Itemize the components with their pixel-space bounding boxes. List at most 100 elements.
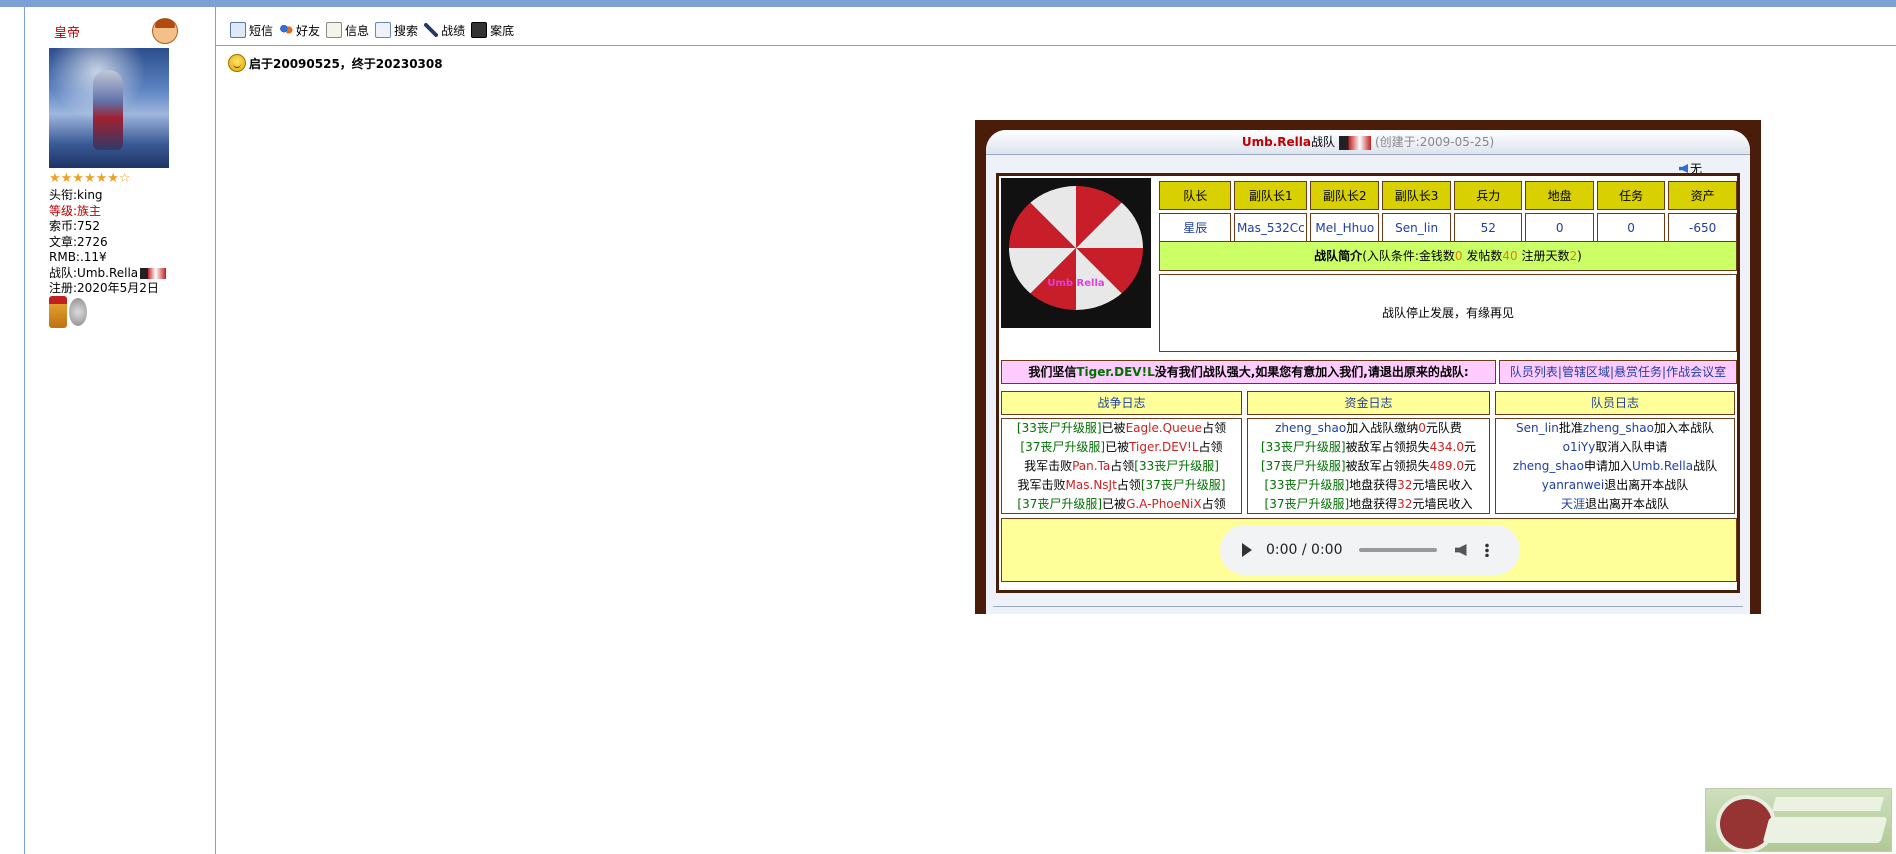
member-log-segment: 战队 bbox=[1693, 459, 1718, 473]
search-icon bbox=[375, 22, 392, 38]
team-name[interactable]: Umb.Rella bbox=[1242, 135, 1311, 149]
speaker-icon bbox=[1678, 164, 1688, 173]
member-log-segment[interactable]: o1iYy bbox=[1563, 440, 1596, 454]
member-list-link[interactable]: 队员列表 bbox=[1510, 365, 1558, 379]
vice-2-link[interactable]: MeI_Hhuo bbox=[1310, 213, 1380, 242]
war-log-segment: 占领 bbox=[1201, 497, 1226, 511]
war-log-segment: 已被 bbox=[1105, 440, 1130, 454]
fund-log-segment: 地盘获得 bbox=[1349, 478, 1398, 492]
info-title: 头衔:king bbox=[49, 188, 103, 202]
umbrella-logo-icon bbox=[1009, 186, 1143, 310]
member-log-body: Sen_lin批准zheng_shao加入本战队 o1iYy取消入队申请 zheng… bbox=[1495, 418, 1735, 514]
team-header: Umb.Rella战队 (创建于:2009-05-25) bbox=[986, 130, 1750, 155]
toolbar-record-button[interactable]: 案底 bbox=[471, 22, 514, 39]
member-log-segment[interactable]: zheng_shao bbox=[1513, 459, 1584, 473]
toolbar-friends-button[interactable]: 好友 bbox=[279, 22, 320, 39]
fund-log-segment: 被敌军占领损失 bbox=[1345, 459, 1430, 473]
assets-value: -650 bbox=[1668, 213, 1737, 242]
team-links: 队员列表|管辖区域|悬赏任务|作战会议室 bbox=[1499, 360, 1737, 384]
medal-icon bbox=[49, 296, 67, 328]
war-log-segment: [37丧尸升级服] bbox=[1140, 478, 1226, 492]
war-log-entry: 我军击败Mas.NsJt占领[37丧尸升级服] bbox=[1002, 476, 1241, 495]
member-log-entry: 天涯退出离开本战队 bbox=[1496, 495, 1734, 514]
vice-1-link[interactable]: Mas_532Cc bbox=[1234, 213, 1308, 242]
fund-log-entry: [37丧尸升级服]地盘获得32元墙民收入 bbox=[1248, 495, 1489, 514]
war-room-link[interactable]: 作战会议室 bbox=[1666, 365, 1726, 379]
badge-icon bbox=[69, 298, 87, 326]
header-vice-1: 副队长1 bbox=[1234, 181, 1308, 210]
member-log-segment[interactable]: zheng_shao bbox=[1583, 421, 1654, 435]
toolbar-message-button[interactable]: 短信 bbox=[230, 22, 273, 39]
member-log-segment[interactable]: 天涯 bbox=[1561, 497, 1585, 511]
war-log-segment: 占领 bbox=[1110, 459, 1135, 473]
stats-value-row: 星辰 Mas_532Cc MeI_Hhuo Sen_lin 52 0 0 -65… bbox=[1159, 213, 1737, 242]
battle-icon bbox=[424, 23, 439, 37]
info-team[interactable]: 战队:Umb.Rella bbox=[49, 266, 167, 282]
message-icon bbox=[230, 22, 246, 38]
info-level: 等级:族主 bbox=[49, 203, 102, 218]
war-log-segment: 占领 bbox=[1198, 440, 1223, 454]
war-log-segment: Tiger.DEV!L bbox=[1129, 440, 1199, 454]
team-flag-icon bbox=[1338, 135, 1371, 150]
volume-icon[interactable] bbox=[1454, 544, 1467, 556]
fund-log-segment[interactable]: zheng_shao bbox=[1275, 421, 1346, 435]
audio-player[interactable]: 0:00 / 0:00 bbox=[1220, 525, 1520, 575]
war-log-entry: [37丧尸升级服]已被G.A-PhoeNiX占领 bbox=[1002, 495, 1241, 514]
watermark-logo bbox=[1705, 788, 1892, 853]
toolbar-search-button[interactable]: 搜索 bbox=[375, 22, 418, 39]
war-log-title: 战争日志 bbox=[1001, 391, 1242, 415]
profile-divider-line bbox=[215, 7, 216, 854]
toolbar-info-button[interactable]: 信息 bbox=[326, 22, 369, 39]
team-board: Umb Rella 队长 副队长1 副队长2 副队长3 兵力 地盘 任务 资产 … bbox=[996, 173, 1740, 593]
header-territory: 地盘 bbox=[1525, 181, 1594, 210]
fund-log-segment: 元队费 bbox=[1425, 421, 1462, 435]
fund-log-segment: 加入战队缴纳 bbox=[1346, 421, 1419, 435]
header-troops: 兵力 bbox=[1454, 181, 1523, 210]
member-log-segment: 申请加入 bbox=[1583, 459, 1632, 473]
member-log-segment[interactable]: yanranwei bbox=[1542, 478, 1604, 492]
header-vice-3: 副队长3 bbox=[1382, 181, 1451, 210]
war-log-segment: 已被 bbox=[1102, 497, 1127, 511]
vice-3-link[interactable]: Sen_lin bbox=[1382, 213, 1451, 242]
member-log-segment[interactable]: Sen_lin bbox=[1516, 421, 1559, 435]
audio-progress-slider[interactable] bbox=[1358, 548, 1437, 552]
war-log-segment: [33丧尸升级服] bbox=[1016, 421, 1102, 435]
fund-log-entry: [33丧尸升级服]被敌军占领损失434.0元 bbox=[1248, 438, 1489, 457]
fund-log-segment: [37丧尸升级服] bbox=[1264, 497, 1350, 511]
smiley-icon bbox=[228, 54, 246, 72]
war-log-entry: [33丧尸升级服]已被Eagle.Queue占领 bbox=[1002, 419, 1241, 438]
war-log-segment: 占领 bbox=[1202, 421, 1227, 435]
fund-log-segment: 元墙民收入 bbox=[1412, 497, 1473, 511]
audio-player-area: 0:00 / 0:00 bbox=[1001, 518, 1737, 582]
info-rmb: RMB:.11¥ bbox=[49, 250, 107, 264]
war-log-segment: [37丧尸升级服] bbox=[1017, 497, 1103, 511]
fund-log-segment: [37丧尸升级服] bbox=[1260, 459, 1346, 473]
war-log-segment: Eagle.Queue bbox=[1125, 421, 1203, 435]
toolbar-battle-button[interactable]: 战绩 bbox=[424, 22, 465, 39]
info-articles: 文章:2726 bbox=[49, 234, 108, 249]
more-options-icon[interactable] bbox=[1484, 543, 1489, 557]
troops-value: 52 bbox=[1454, 213, 1523, 242]
member-log-entry: yanranwei退出离开本战队 bbox=[1496, 476, 1734, 495]
war-log-segment: [37丧尸升级服] bbox=[1020, 440, 1106, 454]
war-log-body: [33丧尸升级服]已被Eagle.Queue占领 [37丧尸升级服]已被Tiger… bbox=[1001, 418, 1242, 514]
member-log-segment: 加入本战队 bbox=[1653, 421, 1714, 435]
fund-log-segment: 32 bbox=[1397, 478, 1413, 492]
war-log: 战争日志 [33丧尸升级服]已被Eagle.Queue占领 [37丧尸升级服]已被… bbox=[1001, 391, 1242, 515]
rating-stars: ★★★★★★☆ bbox=[49, 171, 131, 186]
captain-link[interactable]: 星辰 bbox=[1159, 213, 1232, 242]
team-intro-body: 战队停止发展，有缘再见 bbox=[1159, 274, 1737, 352]
profile-username[interactable]: 皇帝 bbox=[54, 22, 80, 41]
audio-time: 0:00 / 0:00 bbox=[1266, 542, 1343, 558]
member-log-entry: o1iYy取消入队申请 bbox=[1496, 438, 1734, 457]
territory-link[interactable]: 管辖区域 bbox=[1562, 365, 1610, 379]
member-log-segment[interactable]: Umb.Rella bbox=[1632, 459, 1693, 473]
bounty-tasks-link[interactable]: 悬赏任务 bbox=[1614, 365, 1662, 379]
fund-log-entry: [33丧尸升级服]地盘获得32元墙民收入 bbox=[1248, 476, 1489, 495]
top-bar bbox=[0, 0, 1896, 7]
fund-log-title: 资金日志 bbox=[1247, 391, 1490, 415]
fund-log-segment: 元 bbox=[1464, 459, 1477, 473]
avatar[interactable] bbox=[49, 48, 169, 168]
play-icon[interactable] bbox=[1242, 543, 1252, 557]
left-border-line bbox=[24, 7, 25, 854]
